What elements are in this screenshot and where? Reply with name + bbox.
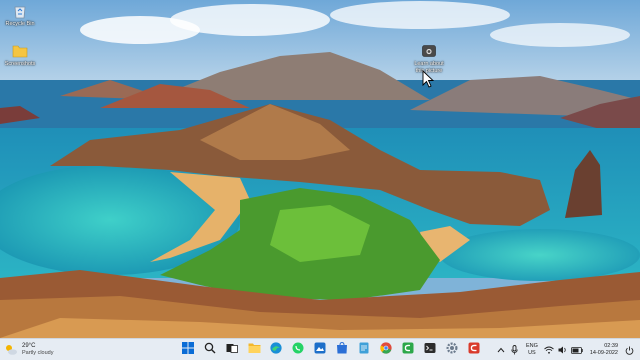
- language-region: US: [528, 350, 536, 356]
- start-button[interactable]: [177, 341, 199, 359]
- chevron-up-icon[interactable]: [494, 341, 508, 359]
- edge-button[interactable]: [265, 341, 287, 359]
- screenshots-folder-shortcut[interactable]: Screenshots: [0, 43, 40, 68]
- clock-time: 02:39: [604, 343, 618, 349]
- wifi-icon[interactable]: [542, 341, 556, 359]
- partly-cloudy-icon: [4, 343, 18, 357]
- red-app-button[interactable]: [463, 341, 485, 359]
- language-code: ENG: [525, 343, 538, 349]
- whatsapp-icon: [292, 341, 304, 359]
- taskbar-apps: [177, 341, 485, 359]
- notepad-icon: [358, 341, 370, 359]
- settings-icon: [446, 341, 458, 359]
- desktop-wallpaper: [0, 0, 640, 338]
- whatsapp-button[interactable]: [287, 341, 309, 359]
- chrome-icon: [380, 341, 392, 359]
- search-button[interactable]: [199, 341, 221, 359]
- task-view-button[interactable]: [221, 341, 243, 359]
- photos-icon: [314, 341, 326, 359]
- store-button[interactable]: [331, 341, 353, 359]
- terminal-icon: [424, 341, 436, 359]
- notepad-button[interactable]: [353, 341, 375, 359]
- settings-button[interactable]: [441, 341, 463, 359]
- recycle-bin-shortcut[interactable]: Recycle Bin: [0, 3, 40, 28]
- clock[interactable]: 02:39 14-09-2022: [590, 343, 618, 357]
- camera-icon: [421, 43, 437, 59]
- power-icon[interactable]: [622, 341, 636, 359]
- taskbar: 29°C Partly cloudy ENG US 02:39 14-09-20…: [0, 338, 640, 360]
- start-icon: [182, 341, 194, 359]
- edge-icon: [270, 341, 282, 359]
- search-icon: [204, 341, 216, 359]
- file-explorer-icon: [248, 341, 261, 359]
- microphone-icon[interactable]: [508, 341, 522, 359]
- red-app-icon: [468, 341, 480, 359]
- chrome-button[interactable]: [375, 341, 397, 359]
- green-app-icon: [402, 341, 414, 359]
- weather-widget[interactable]: 29°C Partly cloudy: [4, 341, 54, 359]
- weather-condition: Partly cloudy: [22, 350, 54, 356]
- folder-icon: [12, 43, 28, 59]
- file-explorer-button[interactable]: [243, 341, 265, 359]
- green-app-button[interactable]: [397, 341, 419, 359]
- system-tray: ENG US 02:39 14-09-2022: [494, 341, 636, 359]
- weather-temperature: 29°C: [22, 343, 36, 349]
- recycle-bin-icon: [12, 3, 28, 19]
- screenshots-folder-label: Screenshots: [4, 61, 36, 67]
- clock-date: 14-09-2022: [589, 350, 618, 356]
- mouse-cursor: [422, 69, 435, 93]
- task-view-icon: [226, 341, 238, 359]
- photos-button[interactable]: [309, 341, 331, 359]
- battery-icon[interactable]: [570, 341, 584, 359]
- recycle-bin-label: Recycle Bin: [5, 21, 35, 27]
- volume-icon[interactable]: [556, 341, 570, 359]
- terminal-button[interactable]: [419, 341, 441, 359]
- language-indicator[interactable]: ENG US: [526, 343, 538, 357]
- store-icon: [336, 341, 348, 359]
